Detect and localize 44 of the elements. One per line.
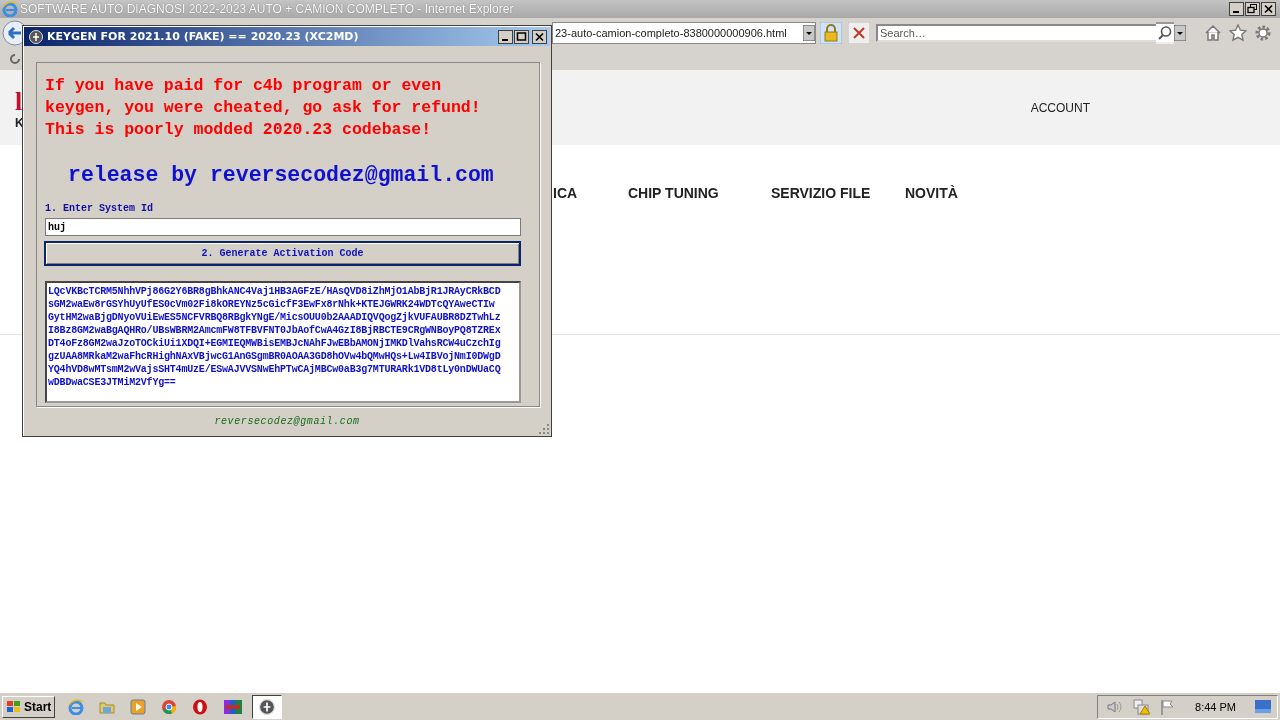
account-link[interactable]: ACCOUNT	[1030, 100, 1090, 115]
nav-link[interactable]: NOVITÀ	[905, 185, 958, 201]
internet-explorer-icon	[2, 1, 18, 17]
taskbar-window-button[interactable]	[252, 694, 283, 719]
loading-icon	[9, 53, 21, 65]
chrome-icon[interactable]	[161, 698, 178, 715]
minimize-icon[interactable]	[498, 29, 513, 44]
dropdown-arrow-icon[interactable]	[803, 25, 815, 41]
restore-icon[interactable]	[1245, 2, 1260, 16]
home-icon[interactable]	[1204, 24, 1222, 42]
logo-text[interactable]: l	[15, 86, 24, 117]
minimize-icon[interactable]	[1229, 2, 1244, 16]
field-label: 1. Enter System Id	[45, 203, 155, 214]
close-icon[interactable]	[1261, 2, 1276, 16]
warning-text: keygen, you were cheated, go ask for refund!	[45, 97, 482, 119]
clock-text[interactable]: 8:44 PM	[1195, 700, 1236, 713]
generate-button[interactable]: 2. Generate Activation Code	[44, 241, 521, 266]
nav-link[interactable]: ICA	[553, 185, 628, 201]
windows-logo-icon	[6, 699, 22, 714]
system-id-field[interactable]: huj	[45, 218, 521, 236]
media-player-icon[interactable]	[130, 698, 147, 715]
address-field[interactable]: 23-auto-camion-completo-8380000000906.html	[552, 22, 816, 44]
settings-icon[interactable]	[1254, 24, 1272, 42]
lock-icon[interactable]	[820, 22, 842, 44]
archive-icon[interactable]	[223, 698, 244, 715]
dropdown-arrow-icon[interactable]	[1174, 25, 1186, 41]
opera-icon[interactable]	[192, 698, 209, 715]
status-text: reversecodez@gmail.com	[214, 416, 360, 427]
window-title: KEYGEN FOR 2021.10 (FAKE) == 2020.23 (XC2MD)	[47, 30, 360, 43]
search-field[interactable]: Search…	[876, 24, 1156, 42]
release-credit: release by reversecodez@gmail.com	[68, 163, 495, 187]
resize-grip-icon[interactable]	[538, 423, 549, 434]
close-icon[interactable]	[532, 29, 547, 44]
warning-text: If you have paid for c4b program or even	[45, 75, 443, 97]
maximize-icon[interactable]	[514, 29, 529, 44]
search-icon[interactable]	[1156, 22, 1174, 44]
activation-code-field[interactable]: LQcVKBcTCRM5NhhVPj86G2Y6BR8gBhkANC4Vaj1HB3AGFzE/HAsQVD8iZhMjO1AbBjR1JRAyCRkBCD sGM2waEw8rGSYhUyUfES0cVm02Fi8kOREYNz5cGicfF3EwFx8rNhk+KTEJGWRK24WDTcQYAweCTIw GytHM2waBjgDNyoVUiEwES5NCFVRBQ8RBgkYNgE/MicsOUU0b2AAADIQVQogZjkVUFAUBR8DZTwhLz I8Bz8GM2waBgAQHRo/UBsWBRM2AmcmFW8TFBVFNT0JbAofCwA4GzI8BjRBCTE9CRgWNBoyPQ8TZREx DT4oFz8GM2waJzoTOCkiUi1XDQI+EGMIEQMWBisEMBJcNAhFJwEBbAMONjIMKDlVahsRCW4uCzchIg gzUAA8MRkaM2waFhcRHighNAxVBjwcG1AnGSgmBR0AOAA3GD8hOVw4bQMwHQs+Lw4IBVojNmI0DWgD YQ4hVD8wMTsmM2wVajsSHT4mUzE/ESwAJVVSNwEhPTwCAjMBCw0aB3g7MTURARk1VD8tLy0nDWUaCQ wDBDwaCSE3JTMiM2VfYg==	[45, 281, 521, 403]
window-title: SOFTWARE AUTO DIAGNOSI 2022-2023 AUTO + CAMION COMPLETO - Internet Explorer	[20, 2, 515, 16]
network-warning-icon[interactable]	[1133, 698, 1152, 715]
start-button[interactable]: Start	[2, 695, 56, 718]
favorites-star-icon[interactable]	[1229, 24, 1247, 42]
warning-text: This is poorly modded 2020.23 codebase!	[45, 119, 433, 141]
nav-link[interactable]: SERVIZIO FILE	[771, 185, 905, 201]
nav-link[interactable]: CHIP TUNING	[628, 185, 771, 201]
